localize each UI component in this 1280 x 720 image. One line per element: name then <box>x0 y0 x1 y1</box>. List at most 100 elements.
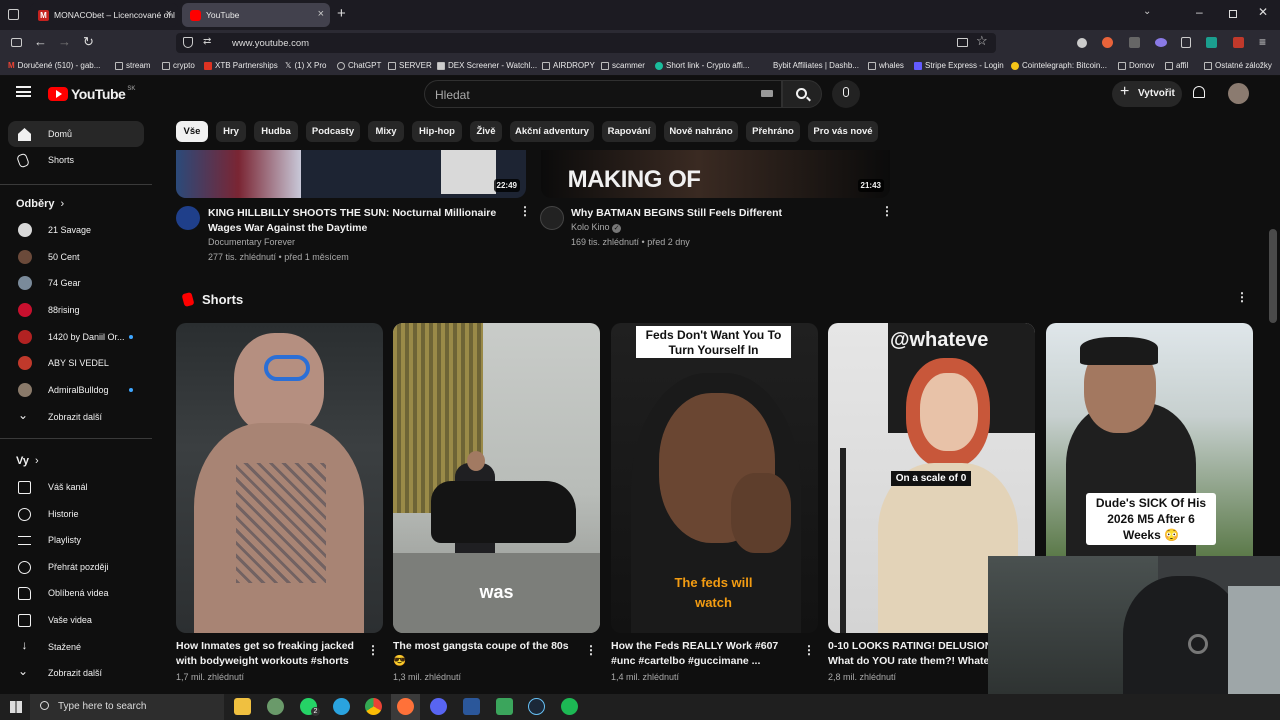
sidebar-item-sub[interactable]: 1420 by Daniil Or... <box>8 324 144 350</box>
notifications-bell-icon[interactable] <box>1193 86 1205 98</box>
shield-icon[interactable] <box>183 37 193 48</box>
steam-icon[interactable] <box>528 698 545 715</box>
create-button[interactable]: + Vytvořit <box>1112 81 1182 107</box>
sidebar-item-history[interactable]: Historie <box>8 501 144 527</box>
bookmark-crypto[interactable]: crypto <box>162 61 195 70</box>
sidebar-item-sub[interactable]: ABY SI VEDEL <box>8 350 144 376</box>
more-actions-icon[interactable]: ⋮ <box>367 644 379 656</box>
bookmark-chatgpt[interactable]: ChatGPT <box>337 61 381 70</box>
extension-teal-icon[interactable] <box>1206 37 1217 48</box>
account-icon[interactable] <box>1077 38 1087 48</box>
bookmark-xtb[interactable]: XTB Partnerships <box>204 61 278 70</box>
sidebar-item-home[interactable]: Domů <box>8 121 144 147</box>
sidebar-item-downloads[interactable]: ↓ Stažené <box>8 634 144 660</box>
bookmark-server[interactable]: SERVER <box>388 61 432 70</box>
extensions-puzzle-icon[interactable] <box>1181 37 1191 48</box>
sidebar-item-sub[interactable]: 50 Cent <box>8 244 144 270</box>
telegram-icon[interactable] <box>333 698 350 715</box>
youtube-logo[interactable]: YouTube SK <box>48 86 135 102</box>
channel-avatar[interactable] <box>540 206 564 230</box>
chip-action-adventure[interactable]: Akční adventury <box>510 121 594 142</box>
channel-avatar[interactable] <box>176 206 200 230</box>
close-icon[interactable]: × <box>318 8 324 20</box>
tab-overview-icon[interactable] <box>8 9 19 20</box>
more-actions-icon[interactable]: ⋮ <box>519 205 531 217</box>
search-button[interactable] <box>782 80 822 108</box>
bookmark-dexscreener[interactable]: DEX Screener - Watchl... <box>437 61 537 70</box>
bookmark-star-icon[interactable]: ☆ <box>976 33 988 49</box>
short-thumbnail[interactable]: Dude's SICK Of His 2026 M5 After 6 Weeks… <box>1046 323 1253 556</box>
bookmark-scammer[interactable]: scammer <box>601 61 645 70</box>
bookmark-bybit[interactable]: Bybit Affiliates | Dashb... <box>762 61 859 70</box>
chip-new-to-you[interactable]: Pro vás nové <box>808 121 878 142</box>
chip-rapping[interactable]: Rapování <box>602 121 656 142</box>
sidebar-item-playlists[interactable]: Playlisty <box>8 527 144 553</box>
video-title[interactable]: KING HILLBILLY SHOOTS THE SUN: Nocturnal… <box>208 206 508 236</box>
chip-games[interactable]: Hry <box>216 121 246 142</box>
forward-button[interactable]: → <box>58 34 71 49</box>
you-heading[interactable]: Vy › <box>16 455 39 467</box>
sidebar-item-shorts[interactable]: Shorts <box>8 147 144 173</box>
chip-live[interactable]: Živě <box>470 121 502 142</box>
bookmark-stream[interactable]: stream <box>115 61 150 70</box>
file-explorer-icon[interactable] <box>234 698 251 715</box>
sidebar-item-sub[interactable]: 74 Gear <box>8 270 144 296</box>
tab-list-chevron-icon[interactable]: ⌄ <box>1143 6 1151 17</box>
sidebar-item-show-more[interactable]: ⌄ Zobrazit další <box>8 404 144 430</box>
chip-mixes[interactable]: Mixy <box>368 121 404 142</box>
tab-youtube[interactable]: YouTube × <box>182 3 330 27</box>
close-icon[interactable]: × <box>166 8 172 20</box>
short-thumbnail[interactable] <box>176 323 383 633</box>
more-actions-icon[interactable]: ⋮ <box>585 644 597 656</box>
keyboard-icon[interactable] <box>761 90 773 97</box>
url-bar[interactable]: www.youtube.com <box>176 33 996 53</box>
video-thumbnail[interactable]: 22:49 <box>176 150 526 198</box>
chip-music[interactable]: Hudba <box>254 121 298 142</box>
bookmark-x-pro[interactable]: 𝕏 (1) X Pro <box>285 61 326 70</box>
sidebar-toggle-icon[interactable] <box>11 38 22 47</box>
search-input[interactable]: Hledat <box>424 80 782 108</box>
video-channel[interactable]: Kolo Kino ✓ <box>571 220 622 235</box>
chip-recently-uploaded[interactable]: Nově nahráno <box>664 121 738 142</box>
permissions-icon[interactable]: ⇄ <box>203 36 211 47</box>
sidebar-item-your-channel[interactable]: Váš kanál <box>8 474 144 500</box>
menu-icon[interactable]: ≡ <box>1259 35 1266 49</box>
discord-icon[interactable] <box>430 698 447 715</box>
reload-button[interactable]: ↻ <box>83 34 94 50</box>
short-thumbnail[interactable]: was <box>393 323 600 633</box>
firefox-icon[interactable] <box>397 698 414 715</box>
bookmark-other[interactable]: Ostatné záložky <box>1204 61 1272 70</box>
shorts-more-icon[interactable]: ⋮ <box>1236 291 1248 303</box>
chip-watched[interactable]: Přehráno <box>746 121 800 142</box>
extension-red-icon[interactable] <box>1233 37 1244 48</box>
extension-purple-icon[interactable] <box>1155 38 1167 47</box>
new-tab-button[interactable]: + <box>337 5 346 22</box>
short-title[interactable]: How the Feds REALLY Work #607 #unc #carte… <box>611 639 791 669</box>
bookmark-whales[interactable]: whales <box>868 61 904 70</box>
sidebar-item-sub[interactable]: AdmiralBulldog <box>8 377 144 403</box>
word-icon[interactable] <box>463 698 480 715</box>
hamburger-menu-icon[interactable] <box>16 86 31 97</box>
more-actions-icon[interactable]: ⋮ <box>881 205 893 217</box>
subscriptions-heading[interactable]: Odběry › <box>16 198 64 210</box>
sidebar-item-sub[interactable]: 21 Savage <box>8 217 144 243</box>
chip-podcasts[interactable]: Podcasty <box>306 121 360 142</box>
chip-all[interactable]: Vše <box>176 121 208 142</box>
video-channel[interactable]: Documentary Forever <box>208 235 295 250</box>
close-window-button[interactable]: ✕ <box>1258 5 1268 19</box>
sidebar-item-sub[interactable]: 88rising <box>8 297 144 323</box>
bookmark-domov[interactable]: Domov <box>1118 61 1154 70</box>
video-thumbnail[interactable]: MAKING OF 21:43 <box>541 150 890 198</box>
bookmark-cointelegraph[interactable]: Cointelegraph: Bitcoin... <box>1011 61 1107 70</box>
video-title[interactable]: Why BATMAN BEGINS Still Feels Different <box>571 206 871 221</box>
bookmark-shortlink[interactable]: Short link - Crypto affi... <box>655 61 749 70</box>
bookmark-stripe[interactable]: Stripe Express - Login <box>914 61 1004 70</box>
bookmark-airdropy[interactable]: AIRDROPY <box>542 61 595 70</box>
extension-fox-icon[interactable] <box>1102 37 1113 48</box>
sidebar-item-liked[interactable]: Oblíbená videa <box>8 580 144 606</box>
app-green-icon[interactable] <box>496 698 513 715</box>
minimize-button[interactable]: – <box>1196 5 1203 19</box>
maximize-button[interactable] <box>1229 10 1237 18</box>
bookmark-gmail[interactable]: M Doručené (510) - gab... <box>8 61 100 70</box>
sidebar-item-your-videos[interactable]: Vaše videa <box>8 607 144 633</box>
